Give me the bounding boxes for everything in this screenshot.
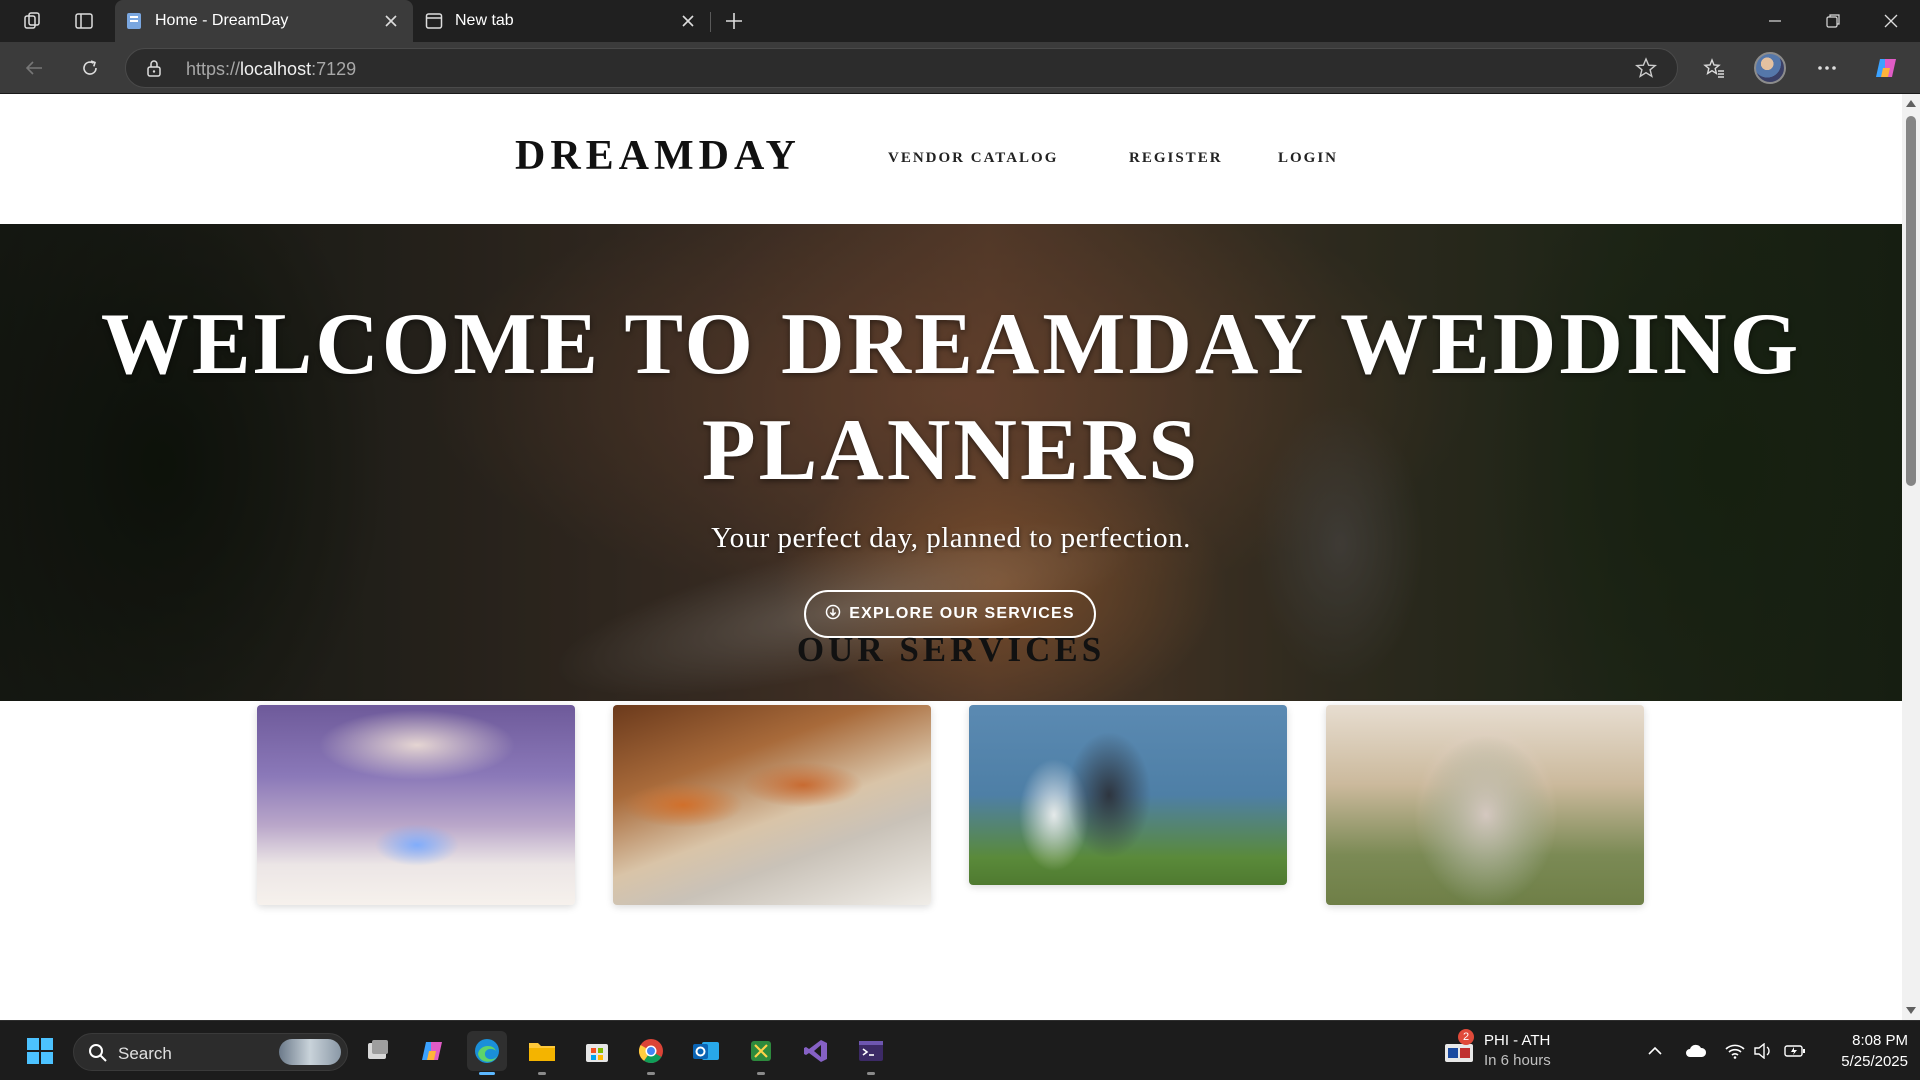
page-viewport: DREAMDAY VENDOR CATALOG REGISTER LOGIN W… bbox=[0, 94, 1902, 1020]
close-window-icon[interactable] bbox=[1862, 0, 1920, 42]
wifi-icon[interactable] bbox=[1723, 1039, 1747, 1063]
profile-avatar[interactable] bbox=[1754, 52, 1786, 84]
service-card-venue-image[interactable] bbox=[257, 705, 575, 905]
search-highlight-image bbox=[279, 1039, 341, 1065]
tab-divider bbox=[710, 12, 711, 32]
copilot-taskbar-icon[interactable] bbox=[412, 1031, 452, 1071]
scroll-up-arrow-icon[interactable] bbox=[1906, 100, 1916, 107]
copilot-icon[interactable] bbox=[1868, 52, 1904, 84]
file-explorer-icon[interactable] bbox=[522, 1031, 562, 1075]
close-tab-icon[interactable] bbox=[678, 11, 698, 31]
windows-start-icon[interactable] bbox=[20, 1031, 60, 1071]
nav-login-link[interactable]: LOGIN bbox=[1278, 150, 1338, 167]
arrow-down-circle-icon bbox=[825, 604, 841, 625]
task-view-icon[interactable] bbox=[358, 1031, 398, 1071]
windows-taskbar: Search 2 PHI - ATH In 6 hours 8:08 PM 5/… bbox=[0, 1020, 1920, 1080]
site-logo[interactable]: DREAMDAY bbox=[515, 132, 801, 180]
weather-subtitle: In 6 hours bbox=[1484, 1052, 1551, 1069]
tab-home-dreamday[interactable]: Home - DreamDay bbox=[115, 0, 413, 42]
battery-icon[interactable] bbox=[1783, 1039, 1807, 1063]
lock-icon[interactable] bbox=[146, 59, 162, 82]
clock-time: 8:08 PM bbox=[1852, 1032, 1908, 1049]
address-bar[interactable]: https://localhost:7129 bbox=[125, 48, 1678, 88]
weather-widget[interactable]: 2 PHI - ATH In 6 hours bbox=[1444, 1029, 1584, 1073]
running-indicator bbox=[647, 1072, 655, 1075]
nav-register-link[interactable]: REGISTER bbox=[1129, 150, 1223, 167]
service-card-catering-image[interactable] bbox=[613, 705, 931, 905]
vertical-tabs-icon[interactable] bbox=[70, 9, 98, 33]
chevron-up-icon[interactable] bbox=[1643, 1039, 1667, 1063]
active-indicator bbox=[479, 1072, 495, 1075]
back-arrow-icon[interactable] bbox=[16, 52, 52, 84]
page-scrollbar[interactable] bbox=[1902, 94, 1920, 1020]
running-indicator bbox=[538, 1072, 546, 1075]
notification-badge: 2 bbox=[1458, 1029, 1474, 1045]
url-text: https://localhost:7129 bbox=[186, 59, 357, 79]
service-card-decoration-image[interactable] bbox=[1326, 705, 1644, 905]
running-indicator bbox=[867, 1072, 875, 1075]
refresh-icon[interactable] bbox=[72, 52, 108, 84]
microsoft-store-icon[interactable] bbox=[577, 1031, 617, 1071]
hero-subtitle: Your perfect day, planned to perfection. bbox=[711, 522, 1191, 554]
visual-studio-icon[interactable] bbox=[796, 1031, 836, 1071]
favorites-icon[interactable] bbox=[1696, 52, 1732, 84]
scroll-down-arrow-icon[interactable] bbox=[1906, 1007, 1916, 1014]
browser-toolbar: https://localhost:7129 bbox=[0, 42, 1920, 94]
taskbar-search-box[interactable]: Search bbox=[73, 1033, 348, 1071]
search-label: Search bbox=[118, 1044, 172, 1063]
running-indicator bbox=[757, 1072, 765, 1075]
site-navbar: DREAMDAY VENDOR CATALOG REGISTER LOGIN bbox=[0, 94, 1902, 224]
services-heading: OUR SERVICES bbox=[796, 630, 1106, 669]
edge-browser-icon[interactable] bbox=[467, 1031, 507, 1075]
chrome-icon[interactable] bbox=[631, 1031, 671, 1075]
scrollbar-thumb[interactable] bbox=[1906, 116, 1916, 486]
minimize-icon[interactable] bbox=[1746, 0, 1804, 42]
more-options-icon[interactable] bbox=[1809, 52, 1845, 84]
nav-vendor-catalog-link[interactable]: VENDOR CATALOG bbox=[888, 150, 1058, 167]
search-icon bbox=[88, 1043, 108, 1068]
close-tab-icon[interactable] bbox=[381, 11, 401, 31]
volume-icon[interactable] bbox=[1751, 1039, 1775, 1063]
explore-services-label: EXPLORE OUR SERVICES bbox=[849, 605, 1075, 622]
new-tab-plus-icon[interactable] bbox=[720, 9, 748, 33]
system-clock[interactable]: 8:08 PM 5/25/2025 bbox=[1818, 1030, 1908, 1072]
tab-title: Home - DreamDay bbox=[155, 12, 289, 29]
terminal-icon[interactable] bbox=[851, 1031, 891, 1075]
workspaces-icon[interactable] bbox=[18, 9, 46, 33]
outlook-icon[interactable] bbox=[686, 1031, 726, 1071]
page-icon bbox=[125, 12, 143, 30]
new-tab-page-icon bbox=[425, 12, 443, 30]
browser-titlebar: Home - DreamDay New tab bbox=[0, 0, 1920, 42]
tab-title: New tab bbox=[455, 12, 514, 29]
hero-title: WELCOME TO DREAMDAY WEDDING PLANNERS bbox=[100, 296, 1802, 499]
restore-icon[interactable] bbox=[1804, 0, 1862, 42]
onedrive-cloud-icon[interactable] bbox=[1684, 1039, 1708, 1063]
tab-new-tab[interactable]: New tab bbox=[415, 0, 710, 42]
favorite-star-icon[interactable] bbox=[1634, 57, 1658, 84]
service-card-photography-image[interactable] bbox=[969, 705, 1287, 885]
clock-date: 5/25/2025 bbox=[1841, 1053, 1908, 1070]
weather-title: PHI - ATH bbox=[1484, 1032, 1551, 1049]
sports-score-icon bbox=[1444, 1041, 1474, 1068]
snipping-tool-icon[interactable] bbox=[741, 1031, 781, 1075]
